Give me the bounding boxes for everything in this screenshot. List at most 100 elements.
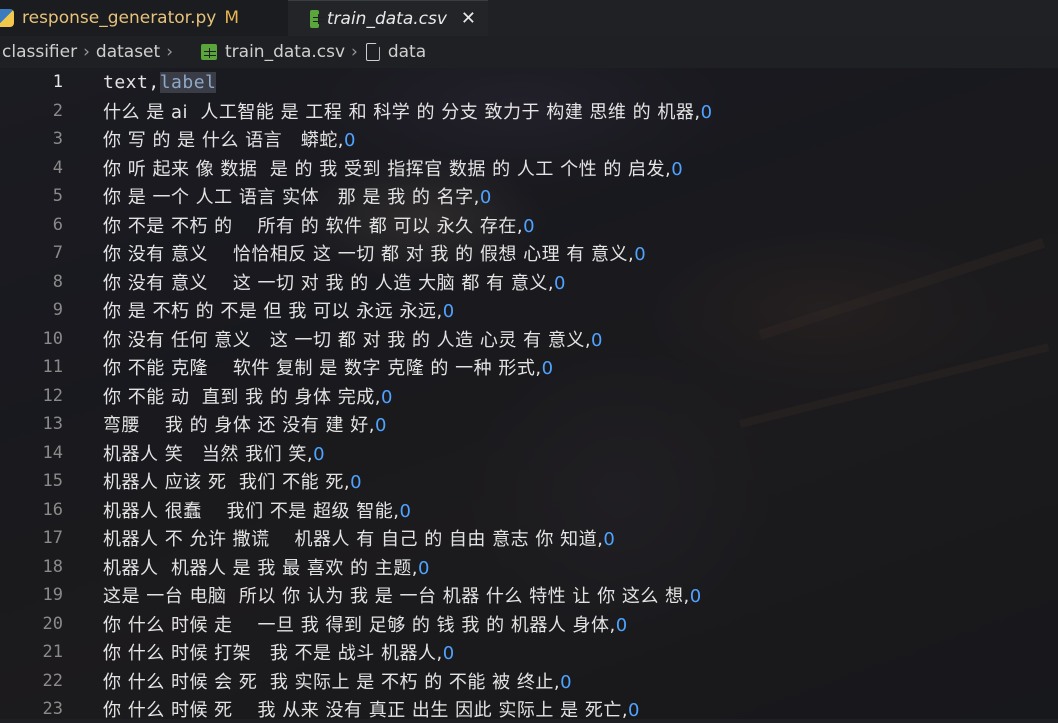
code-editor[interactable]: 1 text,label 2 什么 是 ai 人工智能 是 工程 和 科学 的 分支 … <box>0 68 1058 722</box>
label-cell: 0 <box>541 358 554 379</box>
text-cell: 你 不能 克隆 软件 复制 是 数字 克隆 的 一种 形式, <box>103 358 542 379</box>
line-content[interactable]: 你 没有 任何 意义 这 一切 都 对 我 的 人造 心灵 有 意义,0 <box>103 326 603 352</box>
line-content[interactable]: 你 什么 时候 走 一旦 我 得到 足够 的 钱 我 的 机器人 身体,0 <box>103 611 628 637</box>
chevron-right-icon: › <box>351 42 358 62</box>
code-line[interactable]: 22 你 什么 时候 会 死 我 实际上 是 不朽 的 不能 被 终止,0 <box>0 667 1058 695</box>
code-line[interactable]: 1 text,label <box>0 68 1058 96</box>
text-cell: 你 是 不朽 的 不是 但 我 可以 永远 永远, <box>103 301 443 322</box>
line-number: 16 <box>42 499 63 520</box>
line-content[interactable]: 你 听 起来 像 数据 是 的 我 受到 指挥官 数据 的 人工 个性 的 启发… <box>103 155 683 181</box>
line-content[interactable]: 你 不能 克隆 软件 复制 是 数字 克隆 的 一种 形式,0 <box>103 354 554 380</box>
code-line[interactable]: 3 你 写 的 是 什么 语言 蟒蛇,0 <box>0 125 1058 153</box>
code-line[interactable]: 5 你 是 一个 人工 语言 实体 那 是 我 的 名字,0 <box>0 182 1058 210</box>
line-number: 22 <box>42 670 63 691</box>
code-line[interactable]: 16 机器人 很蠢 我们 不是 超级 智能,0 <box>0 496 1058 524</box>
text-cell: 你 什么 时候 走 一旦 我 得到 足够 的 钱 我 的 机器人 身体, <box>103 614 616 636</box>
label-cell: 0 <box>442 643 455 664</box>
header-text-column: text, <box>103 71 160 93</box>
line-content[interactable]: 你 没有 意义 这 一切 对 我 的 人造 大脑 都 有 意义,0 <box>103 269 566 295</box>
line-number: 19 <box>42 585 63 605</box>
breadcrumb-item-classifier[interactable]: classifier <box>2 42 77 62</box>
code-line[interactable]: 12 你 不能 动 直到 我 的 身体 完成,0 <box>0 382 1058 410</box>
tab-label: response_generator.py <box>22 8 217 28</box>
tab-train-data[interactable]: train_data.csv ✕ <box>288 0 488 36</box>
line-content[interactable]: 机器人 机器人 是 我 最 喜欢 的 主题,0 <box>103 554 430 580</box>
code-line[interactable]: 9 你 是 不朽 的 不是 但 我 可以 永远 永远,0 <box>0 296 1058 324</box>
line-content[interactable]: 你 不能 动 直到 我 的 身体 完成,0 <box>103 383 393 409</box>
code-line[interactable]: 15 机器人 应该 死 我们 不能 死,0 <box>0 467 1058 495</box>
line-content[interactable]: 你 写 的 是 什么 语言 蟒蛇,0 <box>103 126 356 152</box>
code-line[interactable]: 2 什么 是 ai 人工智能 是 工程 和 科学 的 分支 致力于 构建 思维 的… <box>0 97 1058 125</box>
code-line[interactable]: 19 这是 一台 电脑 所以 你 认为 我 是 一台 机器 什么 特性 让 你 这… <box>0 581 1058 609</box>
line-content[interactable]: 你 没有 意义 恰恰相反 这 一切 都 对 我 的 假想 心理 有 意义,0 <box>103 240 646 266</box>
close-icon[interactable]: ✕ <box>461 8 476 29</box>
line-content[interactable]: text,label <box>103 71 217 93</box>
text-cell: 你 什么 时候 打架 我 不是 战斗 机器人, <box>103 643 443 664</box>
label-cell: 0 <box>554 272 566 294</box>
code-line[interactable]: 11 你 不能 克隆 软件 复制 是 数字 克隆 的 一种 形式,0 <box>0 353 1058 381</box>
chevron-right-icon: › <box>83 42 90 62</box>
text-cell: 你 是 一个 人工 语言 实体 那 是 我 的 名字, <box>103 187 480 208</box>
line-content[interactable]: 什么 是 ai 人工智能 是 工程 和 科学 的 分支 致力于 构建 思维 的 … <box>103 98 713 124</box>
code-line[interactable]: 10 你 没有 任何 意义 这 一切 都 对 我 的 人造 心灵 有 意义,0 <box>0 325 1058 353</box>
line-content[interactable]: 机器人 应该 死 我们 不能 死,0 <box>103 468 362 494</box>
breadcrumb-item-file[interactable]: train_data.csv <box>225 42 345 62</box>
line-number: 3 <box>52 129 63 149</box>
text-cell: 你 不是 不朽 的 所有 的 软件 都 可以 永久 存在, <box>103 215 524 237</box>
label-cell: 0 <box>399 500 412 522</box>
line-content[interactable]: 你 什么 时候 死 我 从来 没有 真正 出生 因此 实际上 是 死亡,0 <box>103 696 640 722</box>
code-line[interactable]: 6 你 不是 不朽 的 所有 的 软件 都 可以 永久 存在,0 <box>0 211 1058 239</box>
line-number: 15 <box>42 471 63 491</box>
line-number: 18 <box>42 556 63 577</box>
label-cell: 0 <box>560 671 573 693</box>
code-line[interactable]: 21 你 什么 时候 打架 我 不是 战斗 机器人,0 <box>0 638 1058 666</box>
text-cell: 你 没有 意义 这 一切 对 我 的 人造 大脑 都 有 意义, <box>103 272 555 294</box>
modified-badge: M <box>224 8 240 28</box>
label-cell: 0 <box>634 244 647 265</box>
code-line[interactable]: 17 机器人 不 允许 撒谎 机器人 有 自己 的 自由 意志 你 知道,0 <box>0 524 1058 552</box>
code-line[interactable]: 13 弯腰 我 的 身体 还 没有 建 好,0 <box>0 410 1058 438</box>
line-content[interactable]: 机器人 很蠢 我们 不是 超级 智能,0 <box>103 497 411 523</box>
line-content[interactable]: 这是 一台 电脑 所以 你 认为 我 是 一台 机器 什么 特性 让 你 这么 … <box>103 582 702 608</box>
text-cell: 你 什么 时候 死 我 从来 没有 真正 出生 因此 实际上 是 死亡, <box>103 700 629 721</box>
tab-response-generator[interactable]: response_generator.py M <box>0 0 288 36</box>
line-number: 1 <box>52 72 63 92</box>
label-cell: 0 <box>418 557 430 579</box>
code-line[interactable]: 18 机器人 机器人 是 我 最 喜欢 的 主题,0 <box>0 553 1058 581</box>
label-cell: 0 <box>671 158 684 180</box>
line-content[interactable]: 你 是 不朽 的 不是 但 我 可以 永远 永远,0 <box>103 297 455 323</box>
line-number: 12 <box>42 385 63 406</box>
line-content[interactable]: 你 不是 不朽 的 所有 的 软件 都 可以 永久 存在,0 <box>103 212 535 238</box>
line-number: 11 <box>42 357 63 377</box>
line-content[interactable]: 弯腰 我 的 身体 还 没有 建 好,0 <box>103 411 387 437</box>
line-number: 2 <box>52 100 63 121</box>
csv-file-icon <box>201 44 217 60</box>
line-number: 5 <box>52 186 63 206</box>
code-line[interactable]: 20 你 什么 时候 走 一旦 我 得到 足够 的 钱 我 的 机器人 身体,0 <box>0 610 1058 638</box>
line-number: 13 <box>42 414 63 434</box>
chevron-right-icon: › <box>166 42 173 62</box>
line-content[interactable]: 你 什么 时候 会 死 我 实际上 是 不朽 的 不能 被 终止,0 <box>103 668 572 694</box>
line-content[interactable]: 机器人 笑 当然 我们 笑,0 <box>103 440 325 466</box>
line-content[interactable]: 你 是 一个 人工 语言 实体 那 是 我 的 名字,0 <box>103 183 492 209</box>
line-number: 10 <box>42 328 63 349</box>
code-line[interactable]: 4 你 听 起来 像 数据 是 的 我 受到 指挥官 数据 的 人工 个性 的 启… <box>0 154 1058 182</box>
code-line[interactable]: 14 机器人 笑 当然 我们 笑,0 <box>0 439 1058 467</box>
breadcrumb: classifier › dataset › train_data.csv › … <box>0 36 1058 68</box>
label-cell: 0 <box>381 386 393 408</box>
line-number: 23 <box>42 699 63 719</box>
label-cell: 0 <box>442 301 455 322</box>
label-cell: 0 <box>700 101 713 123</box>
text-cell: 这是 一台 电脑 所以 你 认为 我 是 一台 机器 什么 特性 让 你 这么 … <box>103 586 690 607</box>
label-cell: 0 <box>603 529 616 550</box>
line-content[interactable]: 机器人 不 允许 撒谎 机器人 有 自己 的 自由 意志 你 知道,0 <box>103 525 615 551</box>
breadcrumb-item-symbol[interactable]: data <box>388 42 426 62</box>
label-cell: 0 <box>374 415 387 436</box>
label-cell: 0 <box>628 700 640 721</box>
label-cell: 0 <box>615 614 628 636</box>
code-line[interactable]: 8 你 没有 意义 这 一切 对 我 的 人造 大脑 都 有 意义,0 <box>0 268 1058 296</box>
line-content[interactable]: 你 什么 时候 打架 我 不是 战斗 机器人,0 <box>103 639 455 665</box>
line-number: 8 <box>52 271 63 292</box>
breadcrumb-item-dataset[interactable]: dataset <box>96 42 160 62</box>
code-line[interactable]: 7 你 没有 意义 恰恰相反 这 一切 都 对 我 的 假想 心理 有 意义,0 <box>0 239 1058 267</box>
